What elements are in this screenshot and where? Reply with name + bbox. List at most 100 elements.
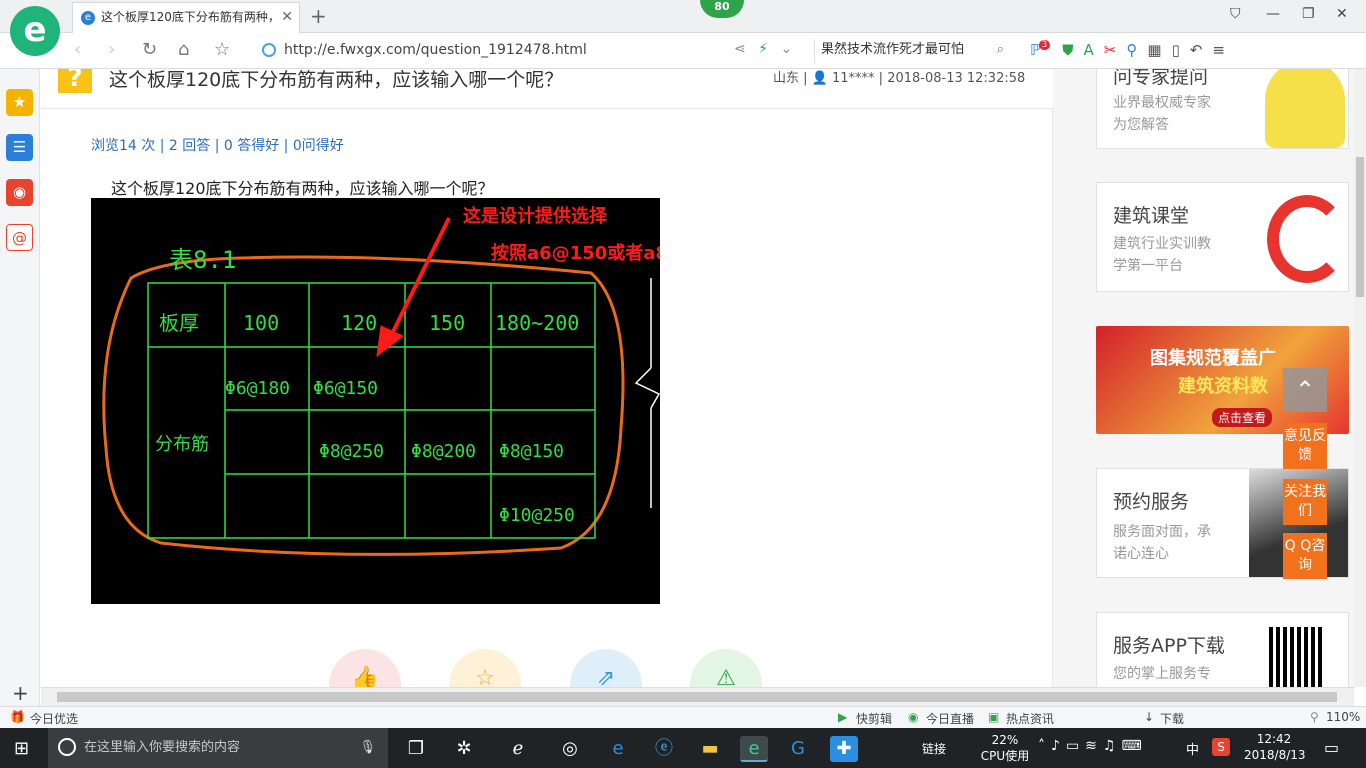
vertical-scroll-thumb[interactable] xyxy=(1356,157,1364,297)
link-label[interactable]: 链接 xyxy=(922,740,946,757)
mascot-image xyxy=(1265,69,1345,148)
menu-icon[interactable]: ≡ xyxy=(1212,41,1235,59)
favorite-button[interactable]: ☆ xyxy=(449,649,521,687)
download-link[interactable]: 下载 xyxy=(1160,710,1184,727)
chevron-down-icon[interactable]: ⌄ xyxy=(780,41,792,57)
share-icon[interactable]: ⋖ xyxy=(734,41,746,57)
expert-sub-2: 为您解答 xyxy=(1113,117,1169,133)
app-download-card[interactable]: 服务APP下载 您的掌上服务专 xyxy=(1096,612,1349,687)
spiral-app-icon[interactable]: ◎ xyxy=(556,736,584,762)
chevron-up-icon[interactable]: ˄ xyxy=(1038,738,1051,754)
back-to-top-icon[interactable]: ⌃ xyxy=(1283,368,1327,412)
row-header-distribution: 分布筋 xyxy=(155,434,209,455)
today-live-link[interactable]: 今日直播 xyxy=(926,710,974,727)
class-logo-icon xyxy=(1267,195,1347,283)
feedback-button[interactable]: 意见反馈 xyxy=(1283,423,1327,469)
ime-indicator[interactable]: 中 xyxy=(1186,739,1199,758)
edge-icon[interactable]: e xyxy=(604,736,632,762)
keyboard-icon[interactable]: ⌨ xyxy=(1121,738,1147,754)
microphone-icon[interactable]: 🎙 xyxy=(359,728,376,768)
follow-us-button[interactable]: 关注我们 xyxy=(1283,479,1327,525)
address-bar[interactable]: http://e.fwxgx.com/question_1912478.html xyxy=(258,39,728,63)
task-view-icon[interactable]: ❐ xyxy=(402,736,430,762)
tab-close-icon[interactable]: ✕ xyxy=(281,3,293,31)
magnifier-icon[interactable]: ⚲ xyxy=(1126,41,1147,59)
user-icon: 👤 xyxy=(811,71,828,86)
site-info-icon[interactable] xyxy=(262,43,276,57)
battery-icon[interactable]: ▭ xyxy=(1066,738,1085,754)
notification-bell-icon[interactable]: ♪ xyxy=(1051,738,1066,754)
translate-icon[interactable]: A xyxy=(1084,41,1104,59)
banner-line-1: 图集规范覆盖广 xyxy=(1150,348,1276,369)
action-center-icon[interactable]: ▭ xyxy=(1324,738,1339,757)
class-card[interactable]: 建筑课堂 建筑行业实训教 学第一平台 xyxy=(1096,182,1349,292)
weibo-icon[interactable]: ◉ xyxy=(6,179,33,206)
forward-icon[interactable]: › xyxy=(108,39,115,60)
shield-icon[interactable]: ⛊ xyxy=(1062,41,1083,59)
minimize-icon[interactable]: — xyxy=(1266,6,1280,22)
tablet-icon[interactable]: ▯ xyxy=(1172,41,1190,59)
apps-icon[interactable]: ▦ xyxy=(1147,41,1171,59)
search-icon[interactable]: ⌕ xyxy=(997,39,1004,61)
add-sidebar-icon[interactable]: + xyxy=(12,681,29,705)
search-input[interactable]: 果然技术流作死才最可怕 ⌕ xyxy=(814,39,1014,63)
share-button[interactable]: ⇗ xyxy=(570,649,642,687)
g-app-icon[interactable]: G xyxy=(784,736,812,762)
hot-news-link[interactable]: 热点资讯 xyxy=(1006,710,1054,727)
sogou-icon[interactable]: S xyxy=(1212,738,1230,756)
home-icon[interactable]: ⌂ xyxy=(178,39,189,60)
question-user[interactable]: 11**** xyxy=(832,71,875,86)
wifi-icon[interactable]: ≋ xyxy=(1085,738,1103,754)
question-image[interactable]: 表8.1 板厚 分布筋 100 120 150 180~200 Φ6@180 Φ… xyxy=(91,198,660,604)
zoom-icon: ⚲ xyxy=(1310,710,1319,724)
taskbar-clock[interactable]: 12:42 2018/8/13 xyxy=(1244,731,1306,763)
ie-e-icon[interactable]: ℯ xyxy=(504,736,532,762)
score-badge[interactable]: 80 xyxy=(700,0,744,18)
shirt-icon[interactable]: ⛉ xyxy=(1230,6,1241,22)
windows-start-icon[interactable]: ⊞ xyxy=(14,738,29,759)
quick-edit-link[interactable]: 快剪辑 xyxy=(856,710,892,727)
close-window-icon[interactable]: ✕ xyxy=(1336,6,1348,22)
report-button[interactable]: ⚠ xyxy=(690,649,762,687)
restore-icon[interactable]: ❐ xyxy=(1302,6,1315,22)
undo-icon[interactable]: ↶ xyxy=(1190,41,1213,59)
taskbar-search-input[interactable]: 在这里输入你要搜索的内容 🎙 xyxy=(48,728,388,768)
file-explorer-icon[interactable]: ▬ xyxy=(696,736,724,762)
new-tab-icon[interactable]: + xyxy=(310,4,327,28)
news-icon: ▣ xyxy=(988,710,1000,724)
cpu-meter[interactable]: 22% CPU使用 xyxy=(980,732,1030,764)
back-icon[interactable]: ‹ xyxy=(74,39,81,60)
horizontal-scroll-thumb[interactable] xyxy=(57,692,1337,702)
favorites-star-icon[interactable]: ★ xyxy=(6,89,33,116)
reading-list-icon[interactable]: ☰ xyxy=(6,134,33,161)
question-stats[interactable]: 浏览14 次 | 2 回答 | 0 答得好 | 0问得好 xyxy=(91,135,344,155)
vertical-scrollbar[interactable] xyxy=(1354,69,1366,687)
like-button[interactable]: 👍 xyxy=(329,649,401,687)
bookmark-star-icon[interactable]: ☆ xyxy=(214,39,230,60)
horizontal-scrollbar[interactable] xyxy=(41,687,1354,706)
internet-explorer-icon[interactable]: ⓔ xyxy=(650,736,678,762)
row-header-thickness: 板厚 xyxy=(159,311,199,335)
volume-icon[interactable]: ♫ xyxy=(1103,738,1122,754)
refresh-icon[interactable]: ↻ xyxy=(142,39,157,60)
windows-taskbar: ⊞ 在这里输入你要搜索的内容 🎙 ❐ ✲ ℯ ◎ e ⓔ ▬ e G ✚ 链接 … xyxy=(0,728,1366,768)
today-picks-link[interactable]: 今日优选 xyxy=(30,710,78,727)
thumbs-up-icon: 👍 xyxy=(351,666,379,687)
cell-180-phi10-250: Φ10@250 xyxy=(499,505,575,526)
gift-icon: 🎁 xyxy=(10,710,25,724)
expert-card[interactable]: 问专家提问 业界最权威专家 为您解答 xyxy=(1096,69,1349,149)
browser-taskbar-icon[interactable]: e xyxy=(740,736,768,762)
qq-consult-button[interactable]: Q Q咨询 xyxy=(1283,533,1327,579)
browser-tab[interactable]: e 这个板厚120底下分布筋有两种， ✕ xyxy=(72,2,300,33)
plus-app-icon[interactable]: ✚ xyxy=(830,736,858,762)
pinwheel-app-icon[interactable]: ✲ xyxy=(450,736,478,762)
scissors-icon[interactable]: ✂ xyxy=(1104,41,1127,59)
zoom-level[interactable]: 110% xyxy=(1326,710,1360,724)
mail-at-icon[interactable]: @ xyxy=(6,224,33,251)
clock-date: 2018/8/13 xyxy=(1244,748,1306,762)
banner-button[interactable]: 点击查看 xyxy=(1212,408,1273,427)
browser-logo-icon[interactable]: e xyxy=(10,6,60,56)
flash-icon[interactable]: ⚡ xyxy=(758,41,768,57)
annotation-design-choice: 这是设计提供选择 xyxy=(463,205,608,227)
qr-code-icon[interactable] xyxy=(1269,627,1323,687)
